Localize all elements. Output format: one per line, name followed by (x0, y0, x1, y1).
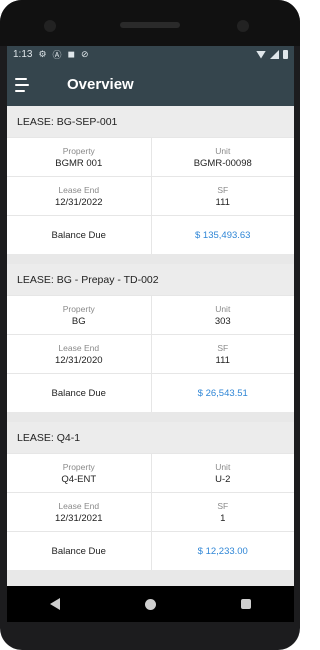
sf-label: SF (217, 342, 229, 353)
unit-cell: Unit 303 (150, 296, 295, 334)
phone-frame: 1:13 ⚙ Ⓐ ◼ ⊘ Overview LEASE: BG-SEP-001 (0, 0, 300, 650)
status-icons: ⚙ Ⓐ ◼ ⊘ (38, 48, 88, 61)
settings-icon: ⚙ (38, 49, 47, 59)
sf-cell: SF 1 (150, 493, 295, 531)
unit-label: Unit (215, 145, 231, 156)
wifi-icon (256, 50, 266, 59)
property-value: BG (71, 315, 86, 327)
unit-cell: Unit U-2 (150, 454, 295, 492)
sf-label: SF (217, 184, 229, 195)
property-label: Property (62, 145, 95, 156)
system-nav-bar (7, 586, 294, 622)
balance-label: Balance Due (51, 387, 106, 399)
sf-value: 111 (215, 196, 230, 208)
lease-end-cell: Lease End 12/31/2022 (7, 177, 151, 215)
back-icon[interactable] (49, 598, 60, 610)
lease-end-value: 12/31/2021 (54, 512, 103, 524)
lease-header: LEASE: BG-SEP-001 (7, 106, 294, 137)
sf-cell: SF 111 (150, 335, 295, 373)
app-bar: Overview (7, 63, 294, 106)
a-icon: Ⓐ (52, 50, 62, 60)
lease-end-label: Lease End (58, 342, 100, 353)
lease-row-property: Property Q4-ENT Unit U-2 (7, 453, 294, 492)
status-time: 1:13 (13, 49, 33, 60)
lease-end-label: Lease End (58, 500, 100, 511)
balance-label-cell: Balance Due (7, 374, 151, 412)
lease-row-dates: Lease End 12/31/2022 SF 111 (7, 176, 294, 215)
property-value: Q4-ENT (61, 473, 97, 485)
unit-cell: Unit BGMR-00098 (150, 138, 295, 176)
property-label: Property (62, 303, 95, 314)
lease-end-cell: Lease End 12/31/2020 (7, 335, 151, 373)
lease-row-balance: Balance Due $ 135,493.63 (7, 215, 294, 254)
sf-label: SF (217, 500, 229, 511)
balance-value-cell: $ 26,543.51 (150, 374, 295, 412)
screen: 1:13 ⚙ Ⓐ ◼ ⊘ Overview LEASE: BG-SEP-001 (7, 46, 294, 586)
property-cell: Property Q4-ENT (7, 454, 151, 492)
lease-end-value: 12/31/2020 (54, 354, 103, 366)
lease-header: LEASE: Q4-1 (7, 422, 294, 453)
shield-icon: ◼ (67, 49, 76, 59)
unit-label: Unit (215, 461, 231, 472)
lease-end-value: 12/31/2022 (54, 196, 103, 208)
property-label: Property (62, 461, 95, 472)
property-cell: Property BGMR 001 (7, 138, 151, 176)
unit-value: BGMR-00098 (193, 157, 252, 169)
lease-row-dates: Lease End 12/31/2020 SF 111 (7, 334, 294, 373)
home-icon[interactable] (144, 598, 156, 610)
circle-icon: ⊘ (81, 49, 89, 59)
balance-due-link[interactable]: $ 12,233.00 (198, 546, 248, 557)
lease-end-cell: Lease End 12/31/2021 (7, 493, 151, 531)
recent-apps-icon[interactable] (241, 599, 252, 609)
unit-value: 303 (214, 315, 231, 327)
menu-icon[interactable] (15, 77, 31, 92)
speaker-grille (120, 22, 180, 28)
camera-icon (44, 20, 56, 32)
page-title: Overview (67, 76, 134, 93)
phone-bezel (0, 0, 300, 46)
lease-list[interactable]: LEASE: BG-SEP-001 Property BGMR 001 Unit… (7, 106, 294, 586)
unit-label: Unit (215, 303, 231, 314)
lease-header: LEASE: BG - Prepay - TD-002 (7, 264, 294, 295)
lease-row-balance: Balance Due $ 26,543.51 (7, 373, 294, 412)
lease-card[interactable]: LEASE: BG - Prepay - TD-002 Property BG … (7, 264, 294, 412)
balance-due-link[interactable]: $ 26,543.51 (198, 388, 248, 399)
lease-card[interactable]: LEASE: Q4-1 Property Q4-ENT Unit U-2 Lea… (7, 422, 294, 570)
sf-cell: SF 111 (150, 177, 295, 215)
lease-row-balance: Balance Due $ 12,233.00 (7, 531, 294, 570)
balance-label: Balance Due (51, 229, 106, 241)
balance-due-link[interactable]: $ 135,493.63 (195, 230, 250, 241)
lease-card[interactable]: LEASE: BG-SEP-001 Property BGMR 001 Unit… (7, 106, 294, 254)
property-value: BGMR 001 (55, 157, 103, 169)
status-right (256, 50, 288, 59)
balance-value-cell: $ 12,233.00 (150, 532, 295, 570)
lease-row-dates: Lease End 12/31/2021 SF 1 (7, 492, 294, 531)
unit-value: U-2 (215, 473, 231, 485)
balance-label: Balance Due (51, 545, 106, 557)
balance-label-cell: Balance Due (7, 216, 151, 254)
lease-end-label: Lease End (58, 184, 100, 195)
lease-row-property: Property BGMR 001 Unit BGMR-00098 (7, 137, 294, 176)
sensor-icon (237, 20, 249, 32)
sf-value: 111 (215, 354, 230, 366)
balance-value-cell: $ 135,493.63 (150, 216, 295, 254)
signal-icon (270, 50, 279, 59)
lease-row-property: Property BG Unit 303 (7, 295, 294, 334)
sf-value: 1 (220, 512, 226, 524)
balance-label-cell: Balance Due (7, 532, 151, 570)
property-cell: Property BG (7, 296, 151, 334)
battery-icon (283, 50, 288, 59)
status-bar: 1:13 ⚙ Ⓐ ◼ ⊘ (7, 46, 294, 63)
